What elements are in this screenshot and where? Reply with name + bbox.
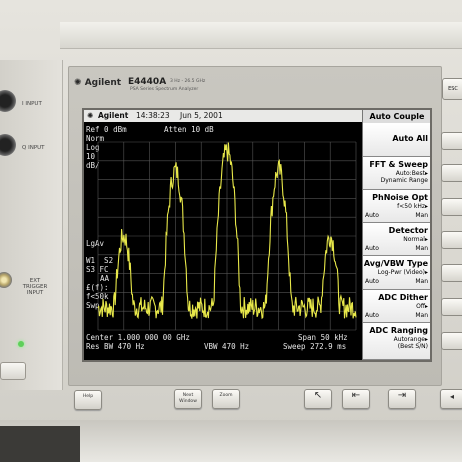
trace-display: Ref 0 dBm Atten 10 dB Norm Log 10 dB/ Lg… [84,122,362,360]
arrow-up-left-icon: ↖ [313,390,323,401]
softkey-value: Autorange▸ [393,336,428,343]
softkey-auto-man: Auto Man [365,278,428,285]
softkey-hard-button-1[interactable] [441,132,462,150]
zoom-button[interactable]: Zoom [212,389,240,409]
series-name: PSA Series Spectrum Analyzer [130,87,199,92]
center-frequency: Center 1.000 000 00 GHz [86,333,190,342]
span: Span 50 kHz [298,333,348,342]
softkey-auto: Auto [365,212,379,219]
status-logo-icon: ✺ [87,111,94,120]
status-brand: Agilent [98,111,129,120]
softkey-hard-button-2[interactable] [441,164,462,182]
cursor-tab-button[interactable]: ↖ [304,389,332,409]
top-bevel [60,22,462,49]
softkey-value: f<50 kHz▸ [397,203,428,210]
softkey-label: ADC Dither [378,293,428,302]
softkey-man: Man [415,278,428,285]
return-icon: ◂ [449,392,454,401]
softkey-5[interactable]: Avg/VBW Type Log-Pwr (Video)▸ Auto Man [363,256,430,290]
agilent-logo: ✺ Agilent [74,78,122,88]
softkey-auto-man: Auto Man [365,312,428,319]
frequency-range: 3 Hz - 26.5 GHz [170,79,206,84]
q-input-label: Q INPUT [22,145,45,151]
softkey-label: Auto All [392,134,428,143]
softkey-2[interactable]: FFT & Sweep Auto:Best▸ Dynamic Range [363,157,430,190]
tab-right-button[interactable]: ⇥ [388,389,416,409]
graticule-svg [97,141,357,331]
i-input-label: I INPUT [22,101,42,107]
softkey-label: Detector [388,226,428,235]
status-date: Jun 5, 2001 [180,111,223,120]
menu-title: Auto Couple [363,110,430,124]
sweep-time: Sweep 272.9 ms [283,342,347,351]
softkey-label: Avg/VBW Type [363,259,428,268]
next-window-button[interactable]: Next Window [174,389,202,409]
softkey-value: Log-Pwr (Video)▸ [377,269,428,276]
esc-button[interactable]: ESC [442,78,462,100]
softkey-auto: Auto [365,245,379,252]
softkey-auto: Auto [365,312,379,319]
res-bw: Res BW 470 Hz [86,342,145,351]
softkey-auto-man: Auto Man [365,245,428,252]
softkey-value-2: Dynamic Range [380,177,428,184]
softkey-4[interactable]: Detector Normal▸ Auto Man [363,223,430,256]
power-switch[interactable] [0,362,26,380]
vbw: VBW 470 Hz [204,342,250,351]
softkey-hard-button-4[interactable] [441,231,462,249]
model-number: E4440A [128,77,167,87]
softkey-value: Off▸ [416,303,428,310]
analyzer-screen: ✺ Agilent 14:38:23 Jun 5, 2001 Ref 0 dBm… [82,108,432,362]
next-window-label: Next Window [179,393,197,404]
help-button[interactable]: Help [74,390,102,410]
softkey-value-2: (Best S/N) [397,343,428,350]
tab-right-icon: ⇥ [397,390,407,401]
tab-left-icon: ⇤ [351,390,361,401]
softkey-auto-man: Auto Man [365,212,428,219]
softkey-auto: Auto [365,278,379,285]
power-led [18,341,24,347]
softkey-man: Man [415,245,428,252]
zoom-label: Zoom [219,393,233,398]
softkey-hard-button-3[interactable] [441,198,462,216]
softkey-value: Normal▸ [403,236,428,243]
return-button[interactable]: ◂ [440,389,462,409]
tab-left-button[interactable]: ⇤ [342,389,370,409]
branding-row: ✺ Agilent E4440A 3 Hz - 26.5 GHz PSA Ser… [70,75,370,95]
softkey-hard-button-7[interactable] [441,332,462,350]
softkey-3[interactable]: PhNoise Opt f<50 kHz▸ Auto Man [363,190,430,223]
softkey-label: ADC Ranging [369,326,428,335]
softkey-value: Auto:Best▸ [395,170,428,177]
help-label: Help [82,394,94,399]
ext-trigger-label: EXT TRIGGER INPUT [22,278,48,296]
softkey-label: FFT & Sweep [369,160,428,169]
status-bar: ✺ Agilent 14:38:23 Jun 5, 2001 [84,110,362,122]
softkey-menu: Auto Couple Auto All FFT & Sweep Auto:Best… [362,110,430,360]
softkey-hard-button-5[interactable] [441,264,462,282]
softkey-label: PhNoise Opt [372,193,428,202]
softkey-hard-button-6[interactable] [441,298,462,316]
softkey-man: Man [415,312,428,319]
softkey-1[interactable]: Auto All [363,123,430,157]
bottom-shadow [0,426,80,462]
softkey-7[interactable]: ADC Ranging Autorange▸ (Best S/N) [363,323,430,360]
status-time: 14:38:23 [136,111,170,120]
softkey-6[interactable]: ADC Dither Off▸ Auto Man [363,290,430,323]
softkey-man: Man [415,212,428,219]
